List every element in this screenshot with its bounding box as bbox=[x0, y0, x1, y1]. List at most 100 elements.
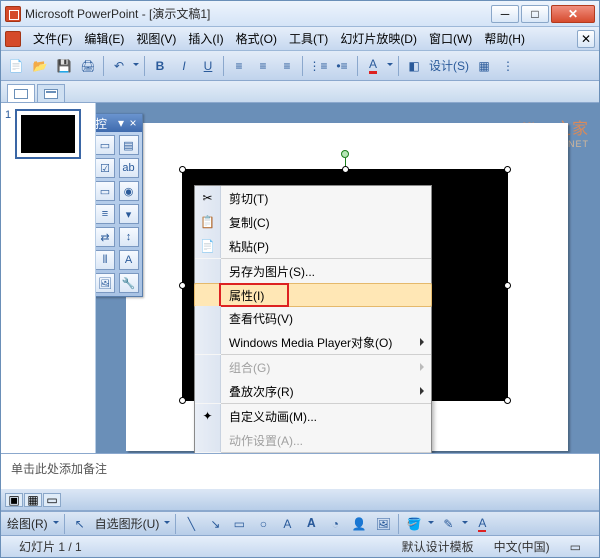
wordart-icon[interactable]: 𝐀 bbox=[300, 513, 322, 535]
close-button[interactable]: ✕ bbox=[551, 5, 595, 23]
sorter-view-icon[interactable]: ▦ bbox=[24, 493, 42, 507]
select-icon[interactable]: ↖ bbox=[69, 513, 91, 535]
draw-dropdown[interactable] bbox=[52, 513, 60, 535]
chevron-down-icon[interactable]: ▾ bbox=[115, 117, 127, 129]
maximize-button[interactable]: □ bbox=[521, 5, 549, 23]
menu-file[interactable]: 文件(F) bbox=[27, 28, 78, 49]
resize-handle[interactable] bbox=[342, 166, 349, 173]
menu-tools[interactable]: 工具(T) bbox=[283, 28, 334, 49]
design-button[interactable]: 设计(S) bbox=[427, 57, 471, 74]
ctrl-button-icon[interactable]: ▭ bbox=[96, 181, 115, 201]
menu-insert[interactable]: 插入(I) bbox=[182, 28, 229, 49]
thumbnail-1[interactable]: 1 bbox=[5, 109, 91, 159]
resize-handle[interactable] bbox=[179, 166, 186, 173]
autoshapes-dropdown[interactable] bbox=[163, 513, 171, 535]
ctrl-spin-icon[interactable]: ↕ bbox=[119, 227, 139, 247]
undo-dropdown[interactable] bbox=[132, 55, 140, 77]
ctx-save-as-picture[interactable]: 另存为图片(S)... bbox=[195, 259, 431, 283]
ctrl-more-icon[interactable]: 🔧 bbox=[119, 273, 139, 293]
ctrl-scroll-icon[interactable]: ⫴ bbox=[96, 250, 115, 270]
ctrl-combo-icon[interactable]: ▾ bbox=[119, 204, 139, 224]
picture-icon[interactable]: 🖼 bbox=[372, 513, 394, 535]
slideshow-view-icon[interactable]: ▭ bbox=[43, 493, 61, 507]
fill-dropdown[interactable] bbox=[427, 513, 435, 535]
clipart-icon[interactable]: 👤 bbox=[348, 513, 370, 535]
align-center-icon[interactable]: ≡ bbox=[252, 55, 274, 77]
slide-canvas[interactable]: office之家 OFFICE.JB51.NET bbox=[96, 103, 599, 453]
menu-view[interactable]: 视图(V) bbox=[130, 28, 182, 49]
font-color-icon[interactable]: A bbox=[471, 513, 493, 535]
resize-handle[interactable] bbox=[179, 282, 186, 289]
ctx-order[interactable]: 叠放次序(R) bbox=[195, 379, 431, 403]
underline-icon[interactable]: U bbox=[197, 55, 219, 77]
align-right-icon[interactable]: ≡ bbox=[276, 55, 298, 77]
resize-handle[interactable] bbox=[504, 397, 511, 404]
font-color-dropdown[interactable] bbox=[386, 55, 394, 77]
ctrl-checkbox-icon[interactable]: ☑ bbox=[96, 158, 115, 178]
control-toolbox-header[interactable]: 控 ▾ × bbox=[96, 114, 142, 132]
thumbnail-pane[interactable]: 1 bbox=[1, 103, 96, 453]
resize-handle[interactable] bbox=[504, 166, 511, 173]
undo-icon[interactable]: ↶ bbox=[108, 55, 130, 77]
textbox-icon[interactable]: A bbox=[276, 513, 298, 535]
ctrl-textbox-icon[interactable]: ab bbox=[119, 158, 139, 178]
ctrl-toggle-icon[interactable]: ⇄ bbox=[96, 227, 115, 247]
ctrl-option-icon[interactable]: ◉ bbox=[119, 181, 139, 201]
draw-menu[interactable]: 绘图(R) bbox=[5, 515, 50, 532]
autoshapes-menu[interactable]: 自选图形(U) bbox=[93, 515, 162, 532]
doc-close-button[interactable]: ✕ bbox=[577, 30, 595, 48]
more-icon[interactable]: ⋮ bbox=[497, 55, 519, 77]
normal-view-icon[interactable]: ▣ bbox=[5, 493, 23, 507]
oval-icon[interactable]: ○ bbox=[252, 513, 274, 535]
ctx-paste[interactable]: 📄粘贴(P) bbox=[195, 234, 431, 258]
ctx-custom-animation[interactable]: ✦自定义动画(M)... bbox=[195, 404, 431, 428]
fill-color-icon[interactable]: 🪣 bbox=[403, 513, 425, 535]
tab-slides[interactable] bbox=[7, 84, 35, 102]
notes-pane[interactable]: 单击此处添加备注 bbox=[1, 453, 599, 489]
linecolor-dropdown[interactable] bbox=[461, 513, 469, 535]
italic-icon[interactable]: I bbox=[173, 55, 195, 77]
ctrl-list-icon[interactable]: ≡ bbox=[96, 204, 115, 224]
diagram-icon[interactable]: ◔ bbox=[324, 513, 346, 535]
menu-slideshow[interactable]: 幻灯片放映(D) bbox=[334, 28, 423, 49]
rectangle-icon[interactable]: ▭ bbox=[228, 513, 250, 535]
cut-icon: ✂ bbox=[195, 186, 221, 210]
ctrl-image-icon[interactable]: 🖼 bbox=[96, 273, 115, 293]
ctx-cut[interactable]: ✂剪切(T) bbox=[195, 186, 431, 210]
ctx-copy[interactable]: 📋复制(C) bbox=[195, 210, 431, 234]
line-icon[interactable]: ╲ bbox=[180, 513, 202, 535]
control-toolbox[interactable]: 控 ▾ × ▭ ▤ ☑ ab ▭ ◉ ≡ ▾ ⇄ ↕ ⫴ A � bbox=[96, 113, 143, 297]
numbering-icon[interactable]: ⋮≡ bbox=[307, 55, 329, 77]
new-icon[interactable]: 📄 bbox=[5, 55, 27, 77]
arrow-icon[interactable]: ↘ bbox=[204, 513, 226, 535]
ctrl-properties-icon[interactable]: ▤ bbox=[119, 135, 139, 155]
ctrl-pointer-icon[interactable]: ▭ bbox=[96, 135, 115, 155]
ctx-view-code[interactable]: 查看代码(V) bbox=[195, 306, 431, 330]
bold-icon[interactable]: B bbox=[149, 55, 171, 77]
line-color-icon[interactable]: ✎ bbox=[437, 513, 459, 535]
align-left-icon[interactable]: ≡ bbox=[228, 55, 250, 77]
font-color-icon[interactable]: A bbox=[362, 55, 384, 77]
print-icon[interactable]: 🖨 bbox=[77, 55, 99, 77]
bullets-icon[interactable]: •≡ bbox=[331, 55, 353, 77]
layout-icon[interactable]: ▦ bbox=[473, 55, 495, 77]
rotate-handle[interactable] bbox=[341, 150, 349, 158]
save-icon[interactable]: 💾 bbox=[53, 55, 75, 77]
resize-handle[interactable] bbox=[504, 282, 511, 289]
ctx-wmp-object[interactable]: Windows Media Player对象(O) bbox=[195, 330, 431, 354]
ctrl-label-icon[interactable]: A bbox=[119, 250, 139, 270]
open-icon[interactable]: 📂 bbox=[29, 55, 51, 77]
ctx-properties[interactable]: 属性(I) bbox=[194, 283, 432, 307]
close-icon[interactable]: × bbox=[127, 117, 139, 129]
design-icon[interactable]: ◧ bbox=[403, 55, 425, 77]
notes-placeholder: 单击此处添加备注 bbox=[11, 462, 107, 476]
statusbar: 幻灯片 1 / 1 默认设计模板 中文(中国) ▭ bbox=[1, 535, 599, 557]
menu-edit[interactable]: 编辑(E) bbox=[78, 28, 130, 49]
resize-handle[interactable] bbox=[179, 397, 186, 404]
minimize-button[interactable]: ─ bbox=[491, 5, 519, 23]
menu-help[interactable]: 帮助(H) bbox=[478, 28, 531, 49]
status-template: 默认设计模板 bbox=[392, 538, 484, 555]
menu-format[interactable]: 格式(O) bbox=[230, 28, 283, 49]
tab-outline[interactable] bbox=[37, 84, 65, 102]
menu-window[interactable]: 窗口(W) bbox=[423, 28, 478, 49]
